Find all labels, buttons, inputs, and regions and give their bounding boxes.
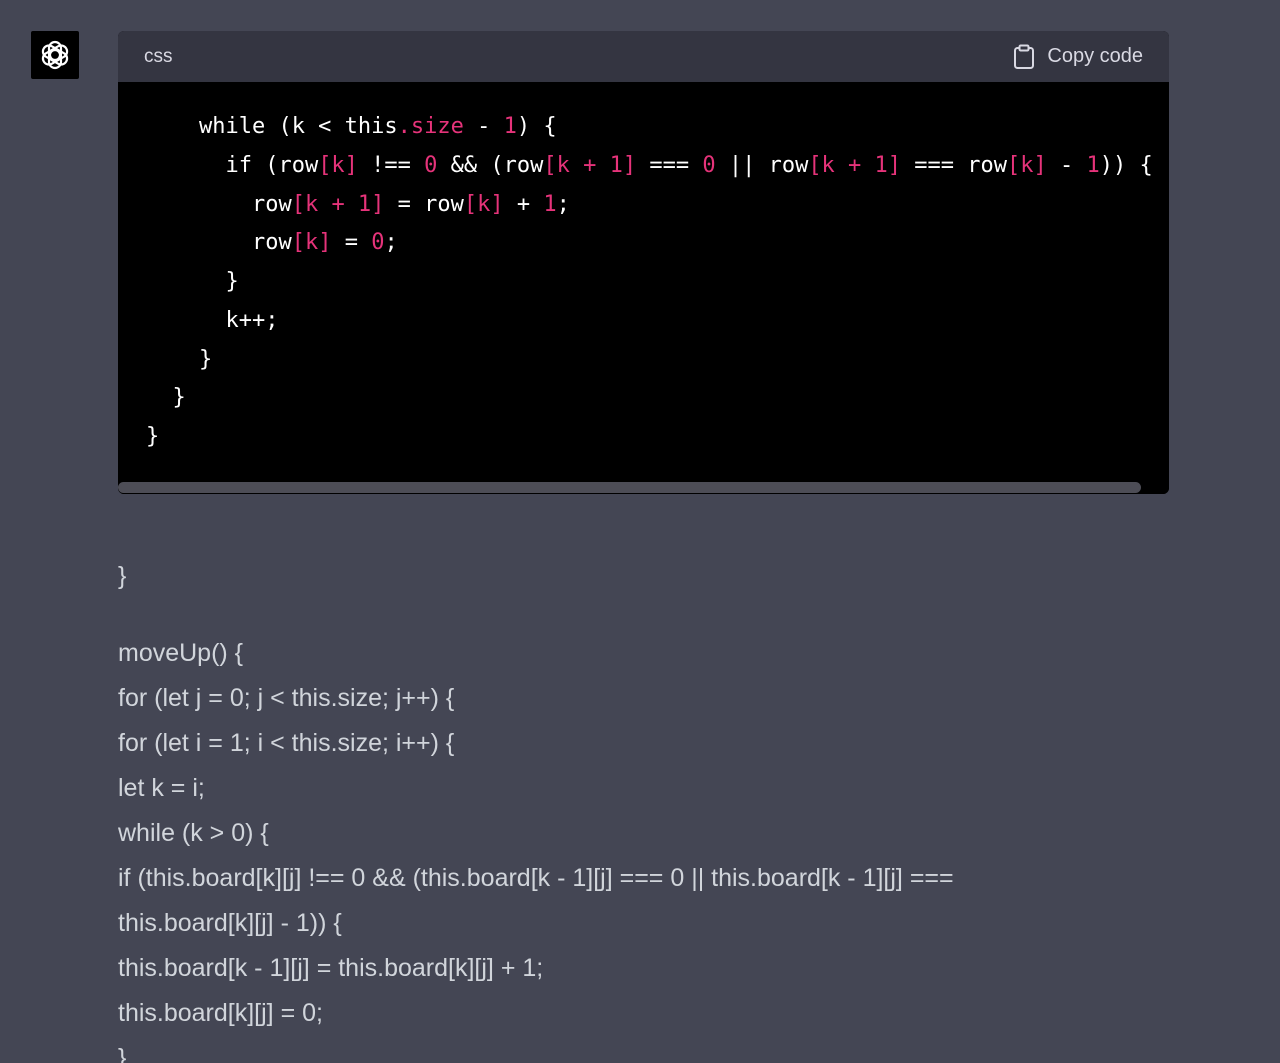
code-token: } xyxy=(146,424,160,449)
code-token: ) { xyxy=(516,114,557,139)
code-line: } xyxy=(146,341,212,379)
code-token: !== xyxy=(357,152,425,178)
prose-line: while (k > 0) { xyxy=(118,819,269,847)
prose-line: this.board[k][j] - 1)) { xyxy=(118,909,342,937)
code-token: } xyxy=(146,346,213,372)
code-token: )) { xyxy=(1099,152,1153,178)
code-line: } xyxy=(146,379,186,417)
code-token: [k + 1] xyxy=(808,152,902,178)
openai-logo-icon xyxy=(41,40,69,70)
prose-closing-brace: } xyxy=(118,562,127,590)
code-token: .size xyxy=(397,114,464,139)
code-token: if (row xyxy=(146,152,319,178)
code-line: row[k + 1] = row[k] + 1; xyxy=(146,186,570,224)
code-token: 0 xyxy=(371,230,385,256)
code-line: k++; xyxy=(146,302,278,340)
prose-line: for (let i = 1; i < this.size; i++) { xyxy=(118,729,455,757)
copy-code-button[interactable]: Copy code xyxy=(1013,44,1143,70)
code-token: - xyxy=(1046,152,1087,178)
code-token: while (k < this xyxy=(146,114,398,139)
prose-line: this.board[k - 1][j] = this.board[k][j] … xyxy=(118,954,544,982)
code-line: while (k < this.size - 1) { xyxy=(146,108,557,146)
prose-line: moveUp() { xyxy=(118,639,244,667)
code-token: row xyxy=(146,230,292,256)
code-token: k++; xyxy=(146,307,279,333)
code-token: = xyxy=(331,230,372,256)
code-language-label: css xyxy=(144,45,173,67)
assistant-avatar xyxy=(31,31,79,79)
code-token: === xyxy=(636,152,703,178)
code-body: while (k < this.size - 1) { if (row[k] !… xyxy=(118,82,1169,480)
code-token: || row xyxy=(715,152,809,178)
code-token: [k + 1] xyxy=(291,191,385,217)
prose-line: } xyxy=(118,1044,127,1063)
horizontal-scrollbar[interactable] xyxy=(118,481,1169,494)
code-token: ; xyxy=(384,230,398,256)
code-token: 0 xyxy=(702,152,716,178)
code-token: row xyxy=(146,191,292,217)
code-block-header: css Copy code xyxy=(118,31,1169,82)
code-token: [k] xyxy=(463,191,504,217)
prose-line: for (let j = 0; j < this.size; j++) { xyxy=(118,684,455,712)
code-token: 1 xyxy=(503,114,517,139)
code-token: [k] xyxy=(1007,152,1047,178)
prose-line: this.board[k][j] = 0; xyxy=(118,999,323,1027)
code-token: 1 xyxy=(1086,152,1100,178)
code-line: } xyxy=(146,263,239,301)
code-token: [k] xyxy=(291,230,332,256)
code-block: css Copy code while (k < this.size - 1) … xyxy=(118,31,1169,494)
code-token: [k + 1] xyxy=(543,152,637,178)
code-line: if (row[k] !== 0 && (row[k + 1] === 0 ||… xyxy=(146,147,1153,185)
code-token: 0 xyxy=(424,152,438,178)
copy-code-label: Copy code xyxy=(1047,45,1143,67)
code-token: - xyxy=(463,114,504,139)
code-token: } xyxy=(146,269,239,294)
code-line: } xyxy=(146,418,159,456)
clipboard-icon xyxy=(1014,44,1035,69)
scrollbar-thumb[interactable] xyxy=(118,482,1141,493)
code-token: && (row xyxy=(437,152,544,178)
code-token: === row xyxy=(901,152,1007,178)
prose-line: let k = i; xyxy=(118,774,205,802)
code-token: = row xyxy=(384,191,464,217)
code-token: 1 xyxy=(543,191,557,217)
code-token: ; xyxy=(556,191,570,217)
code-line: row[k] = 0; xyxy=(146,224,398,262)
code-token: + xyxy=(503,191,544,217)
code-token: } xyxy=(146,385,186,411)
code-token: [k] xyxy=(318,152,358,178)
prose-line: if (this.board[k][j] !== 0 && (this.boar… xyxy=(118,864,954,892)
